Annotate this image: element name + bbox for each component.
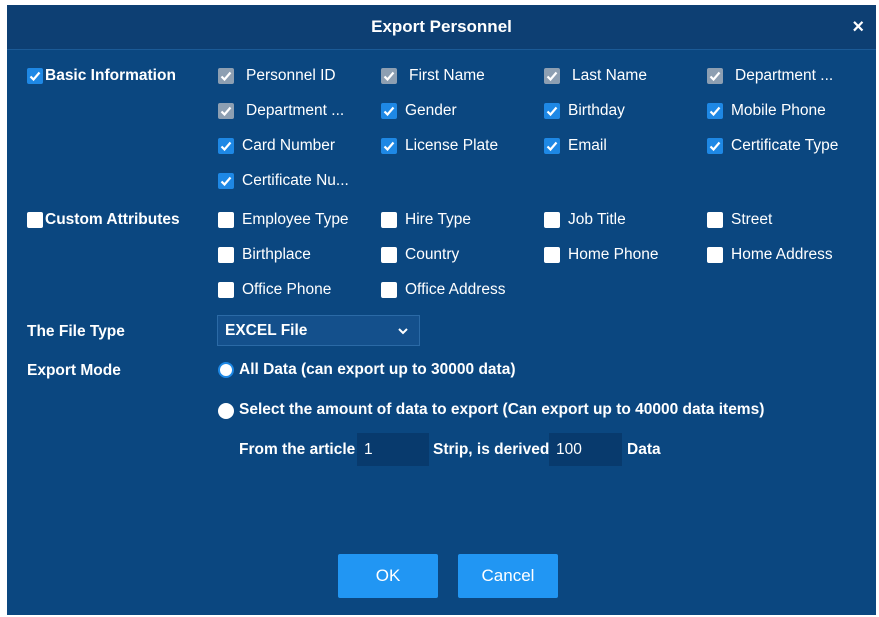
strip-derived-label: Strip, is derived bbox=[433, 441, 550, 458]
field-checkbox bbox=[544, 68, 560, 84]
field-label: Office Address bbox=[405, 281, 506, 298]
all-data-label[interactable]: All Data (can export up to 30000 data) bbox=[239, 361, 516, 379]
field-checkbox[interactable] bbox=[707, 212, 723, 228]
field-label: Home Phone bbox=[568, 246, 659, 263]
field-label: Employee Type bbox=[242, 211, 349, 228]
field-checkbox[interactable] bbox=[544, 103, 560, 119]
field-label: Home Address bbox=[731, 246, 833, 263]
field-checkbox[interactable] bbox=[544, 212, 560, 228]
field-checkbox[interactable] bbox=[381, 138, 397, 154]
field-checkbox[interactable] bbox=[218, 282, 234, 298]
all-data-radio[interactable] bbox=[218, 362, 234, 378]
field-checkbox[interactable] bbox=[381, 247, 397, 263]
field-checkbox bbox=[218, 103, 234, 119]
field-checkbox[interactable] bbox=[707, 247, 723, 263]
dialog-titlebar: Export Personnel × bbox=[7, 5, 876, 50]
field-label: Last Name bbox=[572, 67, 647, 84]
field-checkbox bbox=[381, 68, 397, 84]
basic-information-label: Basic Information bbox=[45, 67, 176, 84]
field-label: Birthday bbox=[568, 102, 625, 119]
field-checkbox[interactable] bbox=[218, 247, 234, 263]
field-label: Department ... bbox=[246, 102, 345, 119]
custom-attributes-check-box[interactable] bbox=[27, 212, 43, 228]
select-amount-radio[interactable] bbox=[218, 403, 234, 419]
export-mode-label: Export Mode bbox=[27, 362, 121, 379]
field-label: Country bbox=[405, 246, 460, 263]
field-checkbox[interactable] bbox=[381, 282, 397, 298]
field-checkbox[interactable] bbox=[707, 103, 723, 119]
chevron-down-icon bbox=[397, 324, 409, 342]
field-label: Street bbox=[731, 211, 773, 228]
file-type-select[interactable]: EXCEL File bbox=[217, 315, 420, 346]
field-label: Email bbox=[568, 137, 607, 154]
select-amount-label[interactable]: Select the amount of data to export (Can… bbox=[239, 401, 764, 419]
data-count-input[interactable] bbox=[549, 433, 622, 466]
field-checkbox[interactable] bbox=[381, 103, 397, 119]
field-label: License Plate bbox=[405, 137, 499, 154]
field-label: Card Number bbox=[242, 137, 336, 154]
field-label: Job Title bbox=[568, 211, 626, 228]
field-checkbox bbox=[707, 68, 723, 84]
file-type-value: EXCEL File bbox=[225, 322, 308, 339]
field-checkbox[interactable] bbox=[381, 212, 397, 228]
field-label: Certificate Nu... bbox=[242, 172, 349, 189]
ok-button[interactable]: OK bbox=[338, 554, 438, 598]
field-label: Gender bbox=[405, 102, 457, 119]
field-label: Personnel ID bbox=[246, 67, 336, 84]
field-label: Birthplace bbox=[242, 246, 311, 263]
field-label: Department ... bbox=[735, 67, 834, 84]
basic-information-check-box[interactable] bbox=[27, 68, 43, 84]
dialog-title: Export Personnel bbox=[371, 17, 512, 36]
field-label: First Name bbox=[409, 67, 485, 84]
from-article-input[interactable] bbox=[357, 433, 429, 466]
field-label: Hire Type bbox=[405, 211, 472, 228]
from-article-label: From the article bbox=[239, 441, 356, 458]
export-personnel-dialog: Export Personnel × Basic Information Per… bbox=[7, 5, 876, 615]
field-label: Mobile Phone bbox=[731, 102, 826, 119]
data-label: Data bbox=[627, 441, 661, 458]
field-checkbox[interactable] bbox=[707, 138, 723, 154]
file-type-label: The File Type bbox=[27, 323, 125, 340]
field-checkbox bbox=[218, 68, 234, 84]
custom-attributes-label: Custom Attributes bbox=[45, 211, 180, 228]
field-checkbox[interactable] bbox=[218, 212, 234, 228]
close-icon[interactable]: × bbox=[852, 17, 864, 37]
field-checkbox[interactable] bbox=[218, 173, 234, 189]
field-checkbox[interactable] bbox=[544, 138, 560, 154]
field-label: Office Phone bbox=[242, 281, 332, 298]
cancel-button[interactable]: Cancel bbox=[458, 554, 558, 598]
field-checkbox[interactable] bbox=[218, 138, 234, 154]
field-label: Certificate Type bbox=[731, 137, 839, 154]
field-checkbox[interactable] bbox=[544, 247, 560, 263]
